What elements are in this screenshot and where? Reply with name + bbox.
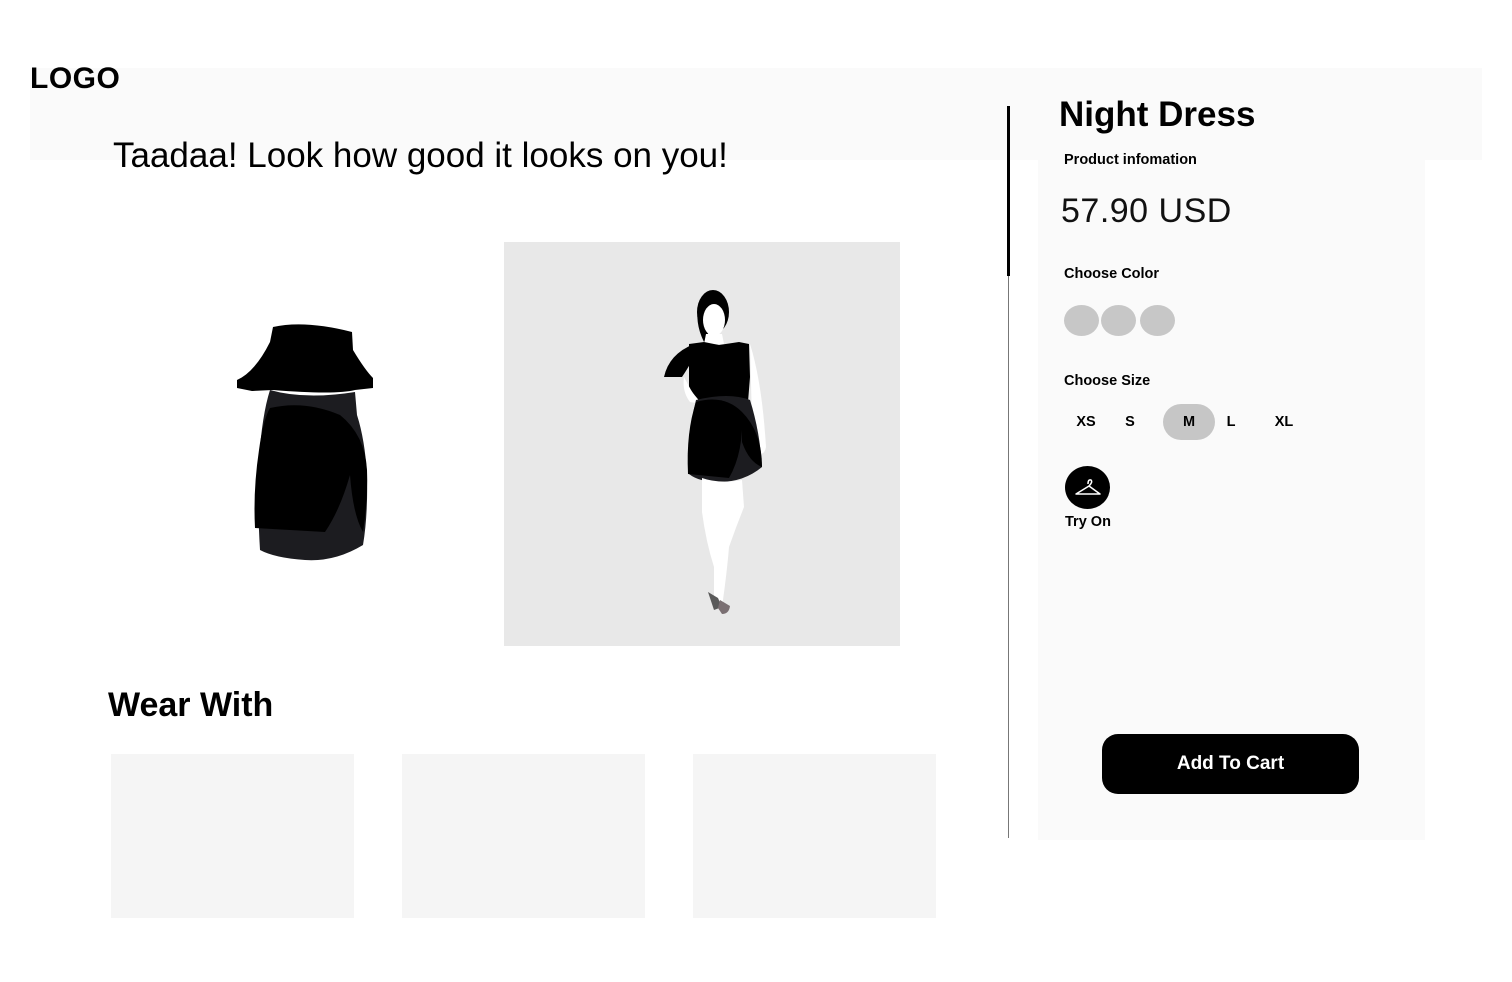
choose-size-label: Choose Size xyxy=(1064,373,1151,389)
size-option-s[interactable]: S xyxy=(1115,404,1145,440)
wear-with-card[interactable] xyxy=(111,754,354,918)
color-swatch[interactable] xyxy=(1101,305,1136,336)
hanger-icon xyxy=(1074,478,1101,495)
divider xyxy=(1007,106,1010,276)
product-name: Night Dress xyxy=(1059,95,1256,134)
size-option-m[interactable]: M xyxy=(1163,404,1215,440)
product-info-label: Product infomation xyxy=(1064,152,1197,168)
size-option-l[interactable]: L xyxy=(1218,404,1244,440)
wear-with-title: Wear With xyxy=(108,686,274,724)
wear-with-card[interactable] xyxy=(402,754,645,918)
color-swatch[interactable] xyxy=(1064,305,1099,336)
color-swatch[interactable] xyxy=(1140,305,1175,336)
size-option-xs[interactable]: XS xyxy=(1068,404,1104,440)
choose-color-label: Choose Color xyxy=(1064,266,1160,282)
try-on-preview xyxy=(504,242,900,646)
product-price: 57.90 USD xyxy=(1061,192,1232,230)
dress-product-image xyxy=(237,324,373,561)
wear-with-card[interactable] xyxy=(693,754,936,918)
try-on-label: Try On xyxy=(1065,514,1111,530)
try-on-button[interactable] xyxy=(1065,466,1110,509)
logo[interactable]: LOGO xyxy=(30,62,120,96)
page-headline: Taadaa! Look how good it looks on you! xyxy=(113,136,728,175)
add-to-cart-button[interactable]: Add To Cart xyxy=(1102,734,1359,794)
model-illustration xyxy=(664,290,766,614)
divider xyxy=(1008,276,1009,838)
size-option-xl[interactable]: XL xyxy=(1268,404,1300,440)
